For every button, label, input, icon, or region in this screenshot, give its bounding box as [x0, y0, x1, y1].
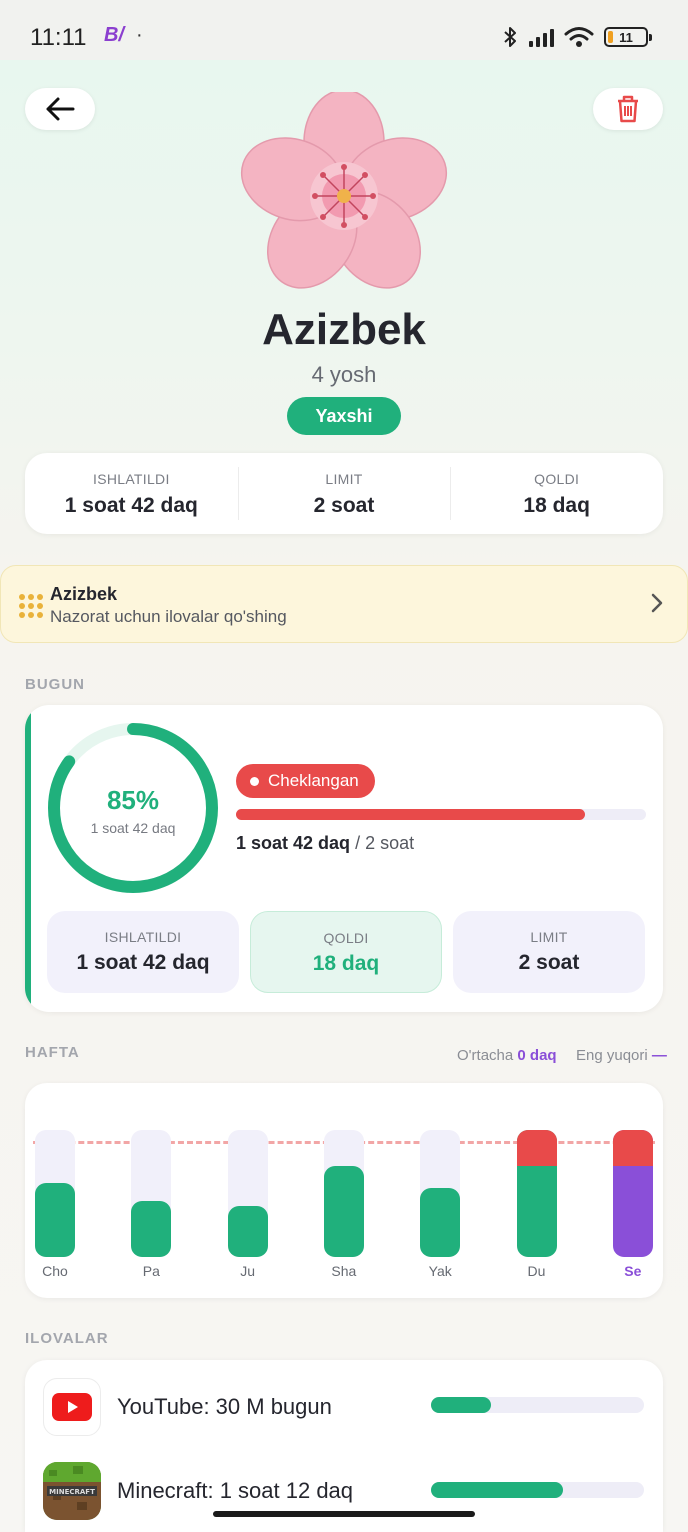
app-usage-bar-minecraft: [431, 1482, 644, 1498]
week-bar-se: [612, 1130, 653, 1257]
section-title-week: HAFTA: [25, 1044, 80, 1061]
week-bar-value: [131, 1201, 172, 1257]
week-bar-value: [35, 1183, 75, 1257]
app-usage-fill-youtube: [431, 1397, 491, 1413]
avatar-flower-image: [240, 92, 448, 289]
week-bar-value: [420, 1188, 461, 1257]
week-bar-du: [516, 1130, 557, 1257]
child-age: 4 yosh: [311, 362, 377, 387]
child-name: Azizbek: [262, 305, 426, 354]
week-chart-card: Cho Pa Ju Sha Yak Du Se: [25, 1083, 663, 1298]
summary-limit-value: 2 soat: [313, 494, 375, 517]
week-day-label: Cho: [42, 1263, 68, 1279]
summary-limit: LIMIT 2 soat: [237, 453, 451, 534]
today-limit-label: LIMIT: [530, 929, 568, 945]
today-limit-box: LIMIT 2 soat: [453, 911, 645, 993]
week-max: Eng yuqori —: [576, 1047, 667, 1064]
battery-icon: 11: [604, 27, 652, 47]
status-badge: Yaxshi: [287, 397, 401, 435]
status-time: 11:11: [30, 24, 87, 51]
app-name-minecraft: Minecraft: 1 soat 12 daq: [117, 1478, 354, 1503]
notification-app-icon: B/: [104, 24, 124, 46]
minecraft-icon: MINECRAFT: [43, 1462, 101, 1520]
status-bar: 11:11 B/ · 11: [0, 0, 688, 60]
chevron-right-icon: [651, 593, 663, 613]
today-used-label: ISHLATILDI: [104, 929, 182, 945]
signal-icon: [529, 27, 554, 47]
banner-title: Azizbek: [50, 584, 118, 604]
summary-used-value: 1 soat 42 daq: [64, 494, 198, 517]
app-name-youtube: YouTube: 30 M bugun: [117, 1394, 332, 1419]
today-card: 85% 1 soat 42 daq Cheklangan 1 soat 42 d…: [25, 705, 663, 1012]
week-bar-over-limit: [612, 1130, 653, 1166]
arrow-left-icon: [46, 97, 75, 121]
summary-left-label: QOLDI: [534, 471, 580, 487]
battery-level: 11: [619, 29, 633, 45]
summary-card: ISHLATILDI 1 soat 42 daq LIMIT 2 soat QO…: [25, 453, 663, 534]
week-bar-cho: [35, 1130, 75, 1257]
svg-text:MINECRAFT: MINECRAFT: [49, 1488, 95, 1496]
week-max-label: Eng yuqori: [576, 1047, 648, 1064]
week-day-label: Du: [527, 1263, 546, 1279]
week-bar-ju: [227, 1130, 268, 1257]
limited-badge: Cheklangan: [236, 764, 375, 798]
today-used-box: ISHLATILDI 1 soat 42 daq: [47, 911, 239, 993]
week-average-label: O'rtacha: [457, 1047, 514, 1064]
summary-used: ISHLATILDI 1 soat 42 daq: [25, 453, 238, 534]
back-button[interactable]: [25, 88, 95, 130]
wifi-icon: [564, 27, 594, 47]
today-left-value: 18 daq: [312, 952, 380, 975]
usage-bar: [236, 809, 646, 820]
card-accent: [25, 705, 31, 1012]
week-bar-value: [323, 1166, 364, 1257]
week-bar-pa: [131, 1130, 172, 1257]
summary-left-value: 18 daq: [523, 494, 590, 517]
usage-limit: / 2 soat: [355, 833, 415, 853]
delete-button[interactable]: [593, 88, 663, 130]
notification-dot: ·: [136, 24, 143, 46]
week-bar-over-limit: [516, 1130, 557, 1166]
week-average-value: 0 daq: [517, 1047, 557, 1064]
app-usage-bar-youtube: [431, 1397, 644, 1413]
summary-used-label: ISHLATILDI: [93, 471, 170, 487]
week-day-label: Ju: [240, 1263, 255, 1279]
apps-grid-icon: [19, 594, 43, 618]
trash-icon: [618, 95, 638, 123]
week-bar-yak: [420, 1130, 461, 1257]
week-day-label: Yak: [428, 1263, 452, 1279]
section-title-apps: ILOVALAR: [25, 1330, 109, 1347]
status-icons: 11: [501, 24, 652, 50]
week-bar-sha: [323, 1130, 364, 1257]
limited-badge-label: Cheklangan: [268, 771, 359, 790]
bluetooth-icon: [504, 27, 516, 47]
summary-left: QOLDI 18 daq: [450, 453, 663, 534]
section-title-today: BUGUN: [25, 676, 85, 693]
home-indicator[interactable]: [213, 1511, 475, 1517]
week-bar-value: [227, 1206, 268, 1257]
progress-percent: 85%: [106, 785, 160, 815]
screen: 11:11 B/ · 11 Azizbek 4 yosh Yaxshi ISHL…: [0, 0, 688, 1532]
week-average: O'rtacha 0 daq: [457, 1047, 557, 1064]
banner-subtitle: Nazorat uchun ilovalar qo'shing: [50, 607, 287, 626]
youtube-icon: [43, 1378, 101, 1436]
today-limit-value: 2 soat: [518, 951, 580, 974]
week-day-label: Sha: [331, 1263, 357, 1279]
summary-limit-label: LIMIT: [325, 471, 363, 487]
week-max-value: —: [651, 1047, 667, 1064]
today-used-value: 1 soat 42 daq: [76, 951, 210, 974]
usage-bar-fill: [236, 809, 585, 820]
progress-subtext: 1 soat 42 daq: [90, 820, 176, 836]
today-left-box: QOLDI 18 daq: [250, 911, 442, 993]
week-day-label: Pa: [142, 1263, 160, 1279]
app-usage-fill-minecraft: [431, 1482, 564, 1498]
today-left-label: QOLDI: [323, 930, 369, 946]
week-day-label: Se: [624, 1263, 642, 1279]
usage-used: 1 soat 42 daq: [236, 833, 351, 853]
badge-dot: [250, 777, 259, 786]
apps-card: YouTube: 30 M bugun MINECRAFT Minecraft:…: [25, 1360, 663, 1532]
usage-text: 1 soat 42 daq / 2 soat: [236, 833, 414, 854]
